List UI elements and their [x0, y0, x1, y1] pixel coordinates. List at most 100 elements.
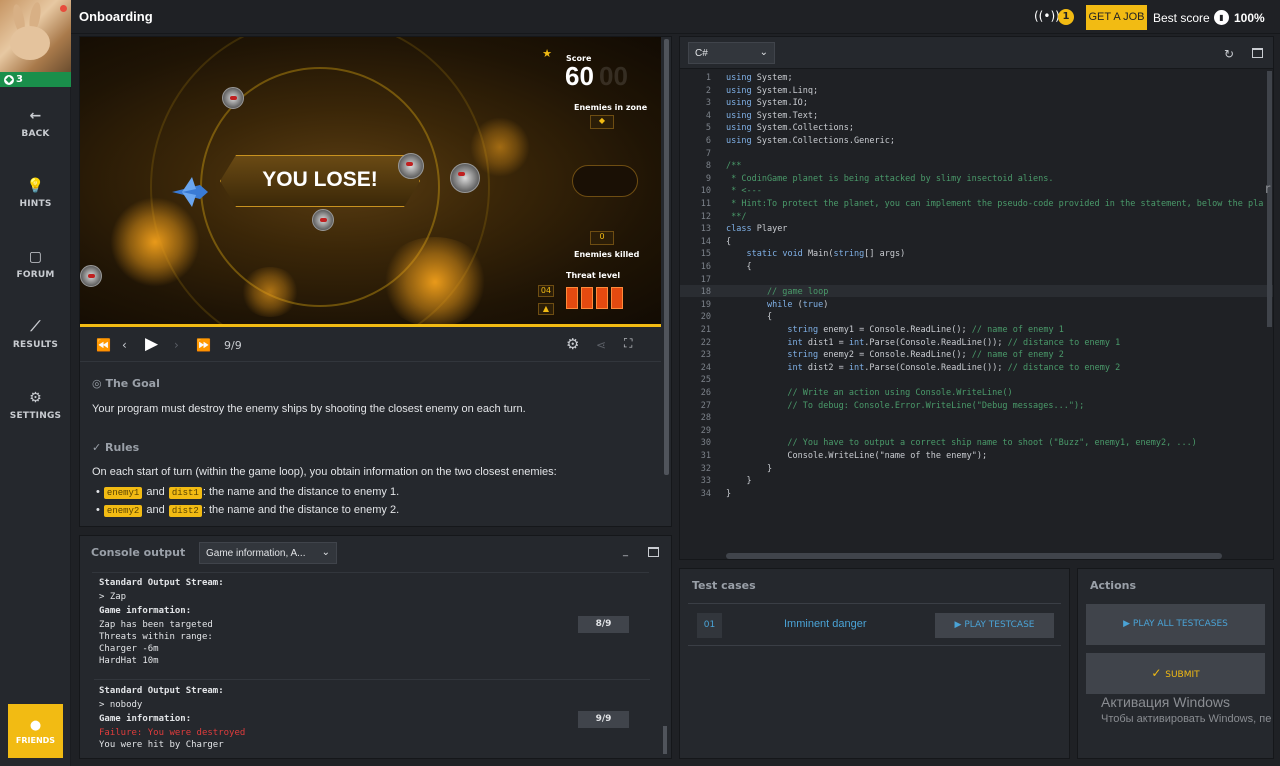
ide-page: ◆ 3 ← BACK 💡 HINTS ▢ FORUM ⟋ RESULTS ⚙ SE… — [0, 0, 1280, 766]
console-scrollbar[interactable] — [663, 726, 667, 754]
editor-horizontal-scrollbar[interactable] — [726, 553, 1222, 559]
test-cases-title: Test cases — [692, 579, 756, 592]
code-line: static void Main(string[] args) — [746, 249, 906, 260]
explosion-glow — [380, 237, 490, 324]
friends-label: FRIENDS — [15, 736, 56, 745]
threat-bar — [566, 287, 578, 309]
sidebar-item-hints[interactable]: 💡 HINTS — [0, 178, 71, 209]
play-icon[interactable]: ▶ — [145, 334, 158, 354]
code-line: using System.IO; — [726, 98, 808, 109]
line-number: 33 — [700, 476, 711, 487]
line-number: 25 — [700, 375, 711, 386]
friends-button[interactable]: ● FRIENDS — [8, 704, 63, 758]
testcase-name[interactable]: Imminent danger — [784, 618, 867, 630]
broadcast-count: 1 — [1058, 9, 1074, 25]
line-number: 5 — [705, 123, 711, 134]
game-viewport[interactable]: YOU LOSE! ★ Score 60 00 Enemies in zone … — [80, 37, 661, 327]
language-value: C# — [695, 48, 708, 59]
sidebar-item-label: BACK — [21, 129, 50, 139]
fast-forward-icon[interactable]: ⏩ — [196, 338, 211, 352]
editor-vertical-scrollbar[interactable] — [1267, 71, 1272, 327]
console-filter-value: Game information, A... — [206, 548, 306, 559]
console-title: Console output — [91, 546, 186, 559]
sidebar-item-results[interactable]: ⟋ RESULTS — [0, 319, 71, 350]
code-line: while (true) — [766, 299, 829, 310]
step-forward-icon[interactable]: › — [174, 338, 179, 352]
code-editor-panel: C# ⌄ ↻ 1 using System; 2 using System.Linq; 3… — [679, 36, 1274, 560]
editor-header: C# ⌄ ↻ — [680, 37, 1273, 69]
code-line: int dist2 = int.Parse(Console.ReadLine()… — [787, 362, 1121, 373]
console-panel: Console output Game information, A... ⌄ _… — [79, 535, 672, 759]
turn-badge[interactable]: 8/9 — [578, 616, 629, 633]
statement-scrollbar[interactable] — [664, 39, 669, 475]
lightbulb-icon: 💡 — [26, 178, 45, 194]
line-number: 9 — [705, 173, 711, 184]
language-select[interactable]: C# ⌄ — [688, 42, 775, 64]
info-line: Charger -6m — [99, 644, 159, 654]
bullet-and: and — [146, 486, 165, 498]
rewind-icon[interactable]: ⏪ — [96, 338, 111, 352]
get-a-job-button[interactable]: GET A JOB — [1086, 5, 1147, 30]
edge-glyph: r — [1265, 182, 1271, 197]
divider — [94, 679, 650, 680]
gear-icon[interactable]: ⚙ — [566, 335, 579, 353]
stream-title: Standard Output Stream: — [99, 578, 224, 588]
code-line: string enemy1 = Console.ReadLine(); // n… — [787, 325, 1064, 335]
step-back-icon[interactable]: ‹ — [122, 338, 127, 352]
star-icon: ★ — [542, 47, 552, 60]
code-line: { — [726, 236, 732, 247]
stream-value: > Zap — [99, 592, 127, 602]
test-cases-panel: Test cases 01 Imminent danger ▶ PLAY TES… — [679, 568, 1070, 759]
sidebar-item-settings[interactable]: ⚙ SETTINGS — [0, 390, 71, 421]
enemy-ship — [222, 87, 244, 109]
play-testcase-button[interactable]: ▶ PLAY TESTCASE — [935, 613, 1054, 638]
divider — [92, 572, 649, 573]
maximize-icon[interactable] — [648, 547, 659, 557]
best-score-value: 100% — [1234, 11, 1265, 25]
actions-panel: Actions ▶ PLAY ALL TESTCASES ✓ SUBMIT — [1077, 568, 1274, 759]
level-icon: ◆ — [4, 75, 14, 85]
maximize-icon[interactable] — [1252, 48, 1263, 58]
sidebar-item-back[interactable]: ← BACK — [0, 108, 71, 139]
sidebar-item-forum[interactable]: ▢ FORUM — [0, 249, 71, 280]
chevron-down-icon: ⌄ — [759, 47, 768, 58]
line-number: 24 — [700, 362, 711, 373]
code-line: * CodinGame planet is being attacked by … — [726, 173, 1054, 184]
line-number: 30 — [700, 438, 711, 449]
player-ship-icon — [172, 177, 208, 207]
console-filter-select[interactable]: Game information, A... ⌄ — [199, 542, 337, 564]
submit-button[interactable]: ✓ SUBMIT — [1086, 653, 1265, 694]
code-line: /** — [726, 161, 742, 172]
explosion-glow — [470, 117, 530, 177]
user-icon: ● — [29, 718, 42, 733]
code-area[interactable]: 1 using System; 2 using System.Linq; 3 using … — [680, 69, 1273, 559]
broadcast-icon[interactable]: ((•)) — [1034, 9, 1060, 23]
code-line: * <--- — [726, 186, 762, 197]
enemy-ship — [312, 209, 334, 231]
line-number: 34 — [700, 488, 711, 499]
code-line: **/ — [726, 211, 747, 222]
threat-level-value: 04 — [538, 285, 554, 297]
bullet-text: : the name and the distance to enemy 2. — [202, 504, 400, 516]
line-number: 31 — [700, 451, 711, 461]
play-icon: ▶ — [1123, 619, 1133, 629]
fullscreen-icon[interactable]: ⛶ — [624, 336, 632, 351]
line-number: 21 — [700, 325, 711, 335]
check-icon: ✓ — [1151, 666, 1166, 680]
turn-badge[interactable]: 9/9 — [578, 711, 629, 728]
avatar[interactable] — [0, 0, 71, 72]
play-all-testcases-button[interactable]: ▶ PLAY ALL TESTCASES — [1086, 604, 1265, 645]
code-line: using System.Text; — [726, 110, 819, 121]
line-number: 18 — [700, 287, 711, 298]
line-number: 20 — [700, 312, 711, 323]
explosion-glow — [110, 197, 200, 287]
share-icon[interactable]: ⋖ — [596, 338, 606, 352]
gear-icon: ⚙ — [29, 390, 42, 406]
minimize-icon[interactable]: _ — [623, 546, 628, 557]
code-line: { — [766, 312, 773, 323]
chart-icon: ⟋ — [30, 319, 41, 335]
line-number: 1 — [705, 73, 711, 83]
line-number: 27 — [700, 400, 711, 411]
sidebar-item-label: SETTINGS — [9, 411, 62, 421]
reset-icon[interactable]: ↻ — [1224, 47, 1234, 61]
